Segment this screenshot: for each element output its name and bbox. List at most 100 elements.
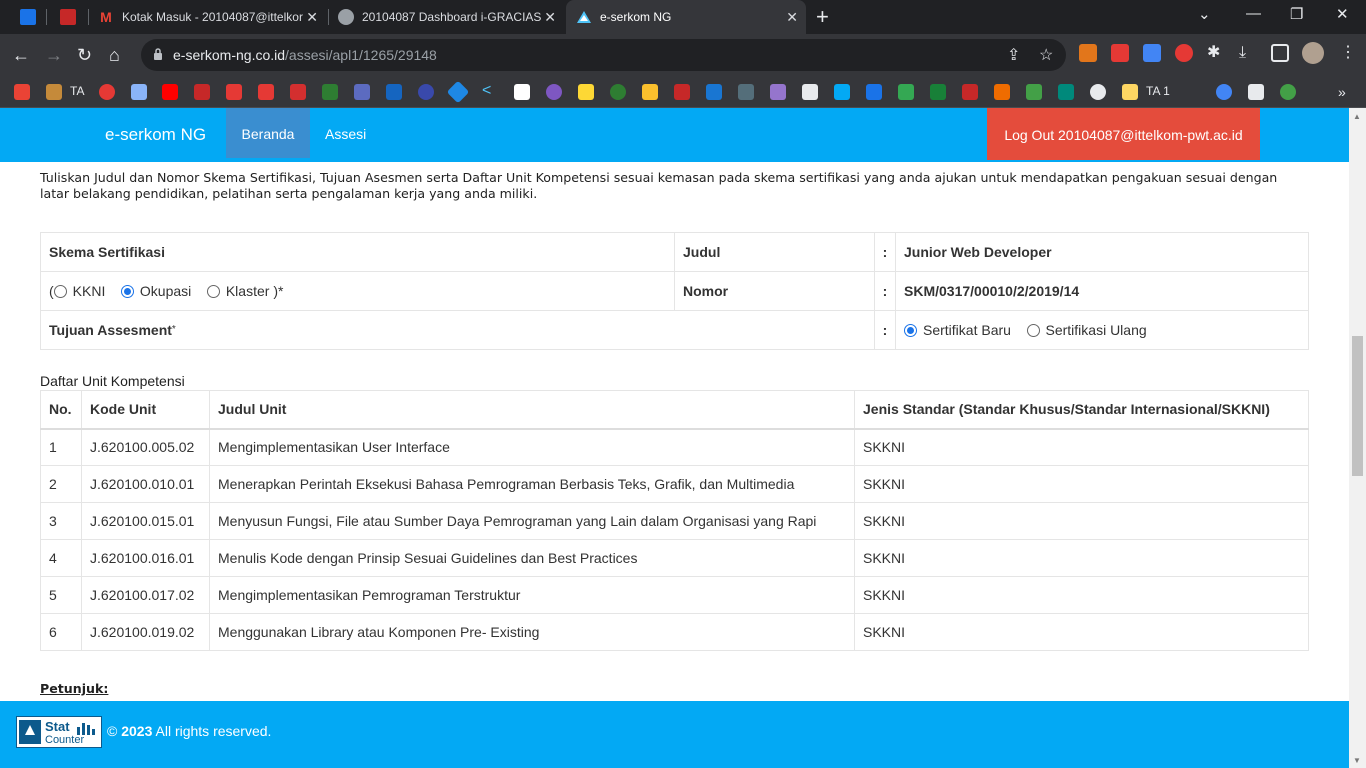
pdf-jpg-icon[interactable] [290, 84, 306, 100]
scroll-up-icon[interactable]: ▲ [1353, 112, 1361, 121]
avatar[interactable] [1302, 42, 1324, 64]
nav-beranda[interactable]: Beranda [226, 108, 310, 158]
bookmark-icon[interactable] [578, 84, 594, 100]
unit-standard: SKKNI [854, 539, 1309, 577]
bookmark-icon[interactable] [386, 84, 402, 100]
unit-code: J.620100.015.01 [81, 502, 210, 540]
bookmark-icon[interactable] [354, 84, 370, 100]
site-brand[interactable]: e-serkom NG [105, 125, 206, 145]
tools-icon[interactable] [802, 84, 818, 100]
scroll-down-icon[interactable]: ▼ [1353, 756, 1361, 765]
tab-telkom[interactable] [52, 0, 84, 34]
bookmark-icon[interactable] [706, 84, 722, 100]
bookmark-icon[interactable] [610, 84, 626, 100]
download-icon[interactable]: ⤓ [1239, 44, 1257, 62]
more-bookmarks-icon[interactable]: » [1338, 84, 1346, 100]
tujuan-options-cell: Sertifikat Baru Sertifikasi Ulang [895, 310, 1309, 350]
bookmark-icon[interactable] [738, 84, 754, 100]
bookmark-ta[interactable]: TA [70, 84, 84, 98]
tab-igracias[interactable]: 20104087 Dashboard i-GRACIAS | ✕ [330, 0, 564, 34]
home-icon[interactable]: ⌂ [109, 45, 120, 65]
share-icon[interactable]: ⇪ [1007, 45, 1020, 65]
extensions-puzzle-icon[interactable]: ✱ [1207, 44, 1225, 62]
translate-icon[interactable] [1143, 44, 1161, 62]
radio-sertifikat-baru-label: Sertifikat Baru [923, 322, 1011, 338]
menu-icon[interactable]: ⋮ [1340, 44, 1358, 62]
unit-no: 5 [40, 576, 82, 614]
trello-icon[interactable] [514, 84, 530, 100]
radio-kkni[interactable] [53, 285, 67, 298]
tab-eserkom[interactable]: e-serkom NG ✕ [566, 0, 806, 34]
bookmark-icon[interactable] [770, 84, 786, 100]
bookmark-star-icon[interactable]: ☆ [1039, 45, 1053, 65]
unit-standard: SKKNI [854, 613, 1309, 651]
browser-toolbar: ← → ↻ ⌂ e-serkom-ng.co.id/assesi/apl1/12… [0, 34, 1366, 78]
telkom-bookmark-icon[interactable] [194, 84, 210, 100]
close-tab-icon[interactable]: ✕ [544, 9, 556, 26]
scrollbar-thumb[interactable] [1352, 336, 1363, 476]
folder-icon[interactable] [1122, 84, 1138, 100]
bookmark-icon[interactable] [834, 84, 850, 100]
new-tab-button[interactable]: + [816, 4, 829, 30]
bookmark-icon[interactable] [1058, 84, 1074, 100]
radio-sertifikasi-ulang[interactable] [1026, 324, 1040, 337]
logout-button[interactable]: Log Out 20104087@ittelkom-pwt.ac.id [987, 108, 1260, 160]
bookmark-icon[interactable] [1026, 84, 1042, 100]
github-icon[interactable] [1090, 84, 1106, 100]
bookmark-icon[interactable] [322, 84, 338, 100]
table-row: 4 J.620100.016.01 Menulis Kode dengan Prin… [40, 539, 1309, 577]
close-tab-icon[interactable]: ✕ [306, 9, 318, 26]
nav-assesi[interactable]: Assesi [325, 126, 366, 142]
extension-icon[interactable] [1111, 44, 1129, 62]
bookmark-ta1[interactable]: TA 1 [1146, 84, 1170, 98]
unit-standard: SKKNI [854, 428, 1309, 466]
browser-tab-strip: M Kotak Masuk - 20104087@ittelkor ✕ 2010… [0, 0, 1366, 34]
bookmark-icon[interactable] [674, 84, 690, 100]
close-window-icon[interactable]: ✕ [1336, 5, 1349, 23]
close-tab-icon[interactable]: ✕ [786, 9, 798, 26]
sheets-icon[interactable] [930, 84, 946, 100]
radio-klaster[interactable] [206, 285, 220, 298]
docs-icon[interactable] [131, 84, 147, 100]
bni-icon[interactable] [1248, 84, 1264, 100]
radio-sertifikat-baru[interactable] [904, 324, 917, 337]
judul-value: Junior Web Developer [895, 232, 1309, 272]
site-navbar: e-serkom NG Beranda Assesi Log Out 20104… [0, 108, 1349, 162]
adblock-icon[interactable] [1175, 44, 1193, 62]
tab-calendar[interactable] [12, 0, 44, 34]
reload-icon[interactable]: ↻ [77, 45, 92, 65]
forward-icon[interactable]: → [45, 45, 63, 65]
bookmark-icon[interactable] [546, 84, 562, 100]
bookmark-icon[interactable] [866, 84, 882, 100]
bookmark-icon[interactable]: < [482, 83, 498, 100]
youtube-icon[interactable] [162, 84, 178, 100]
bookmark-icon[interactable] [226, 84, 242, 100]
unit-title: Mengimplementasikan Pemrograman Terstruk… [209, 576, 855, 614]
side-panel-icon[interactable] [1271, 44, 1289, 62]
bookmark-icon[interactable] [46, 84, 62, 100]
tab-gmail[interactable]: M Kotak Masuk - 20104087@ittelkor ✕ [90, 0, 326, 34]
gmail-bookmark-icon[interactable] [14, 84, 30, 100]
back-icon[interactable]: ← [12, 45, 30, 65]
unit-standard: SKKNI [854, 576, 1309, 614]
bookmark-icon[interactable] [994, 84, 1010, 100]
minimize-icon[interactable]: — [1246, 5, 1261, 22]
colon: : [874, 271, 896, 311]
statcounter-badge[interactable]: Stat Counter [16, 716, 102, 748]
restore-icon[interactable]: ❐ [1290, 5, 1303, 23]
tab-title: 20104087 Dashboard i-GRACIAS | [362, 10, 545, 24]
tab-search-icon[interactable]: ⌄ [1198, 5, 1211, 23]
radio-okupasi[interactable] [120, 285, 134, 298]
miro-icon[interactable] [642, 84, 658, 100]
metamask-icon[interactable] [1079, 44, 1097, 62]
download-bookmark-icon[interactable] [258, 84, 274, 100]
address-bar[interactable]: e-serkom-ng.co.id/assesi/apl1/1265/29148… [141, 39, 1066, 71]
bookmark-icon[interactable] [962, 84, 978, 100]
bookmark-icon[interactable] [446, 80, 470, 104]
cloud-icon[interactable] [1216, 84, 1232, 100]
todoist-icon[interactable] [99, 84, 115, 100]
bookmark-icon[interactable] [418, 84, 434, 100]
bookmark-icon[interactable] [1280, 84, 1296, 100]
page-scrollbar[interactable]: ▲ ▼ [1349, 108, 1366, 768]
drive-icon[interactable] [898, 84, 914, 100]
